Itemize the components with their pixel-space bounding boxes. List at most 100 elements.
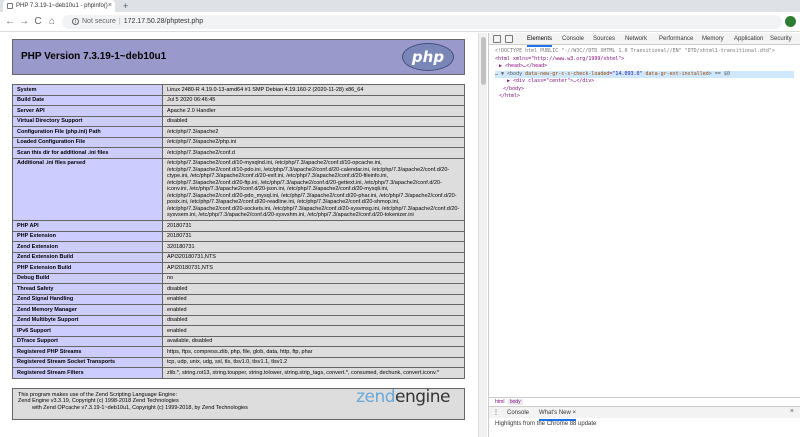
tab-security[interactable]: Security [770, 33, 792, 45]
drawer-close-icon[interactable]: × [790, 406, 794, 418]
setting-value: zlib.*, string.rot13, string.toupper, st… [162, 367, 465, 379]
breadcrumb-html[interactable]: html [493, 399, 506, 405]
setting-value: https, ftps, compress.zlib, php, file, g… [162, 346, 465, 358]
setting-value: disabled [162, 115, 465, 127]
setting-value: no [162, 272, 465, 284]
table-row: Zend Signal Handling enabled [12, 293, 465, 305]
info-icon[interactable]: i [72, 17, 79, 25]
address-bar[interactable]: i Not secure | 172.17.50.28/phptest.php [62, 15, 782, 29]
tab-console[interactable]: Console [562, 33, 584, 45]
setting-name: Loaded Configuration File [12, 136, 163, 148]
setting-name: Zend Extension Build [12, 251, 163, 263]
tab-network[interactable]: Network [625, 33, 647, 45]
setting-value: tcp, udp, unix, udg, ssl, tls, tlsv1.0, … [162, 356, 465, 368]
tab-title: PHP 7.3.19-1~deb10u1 - phpinfo() [16, 3, 108, 9]
table-row: Additional .ini files parsed/etc/php/7.3… [12, 157, 465, 221]
new-tab-button[interactable]: + [123, 0, 128, 12]
dom-node-div-center[interactable]: ▶ <div class="center">…</div> [495, 78, 794, 86]
php-logo[interactable]: php [402, 43, 454, 71]
tab-elements[interactable]: Elements [527, 33, 553, 47]
scrollbar-thumb[interactable] [481, 37, 486, 85]
tab-sources[interactable]: Sources [593, 33, 615, 45]
dom-node-body-close[interactable]: </body> [495, 86, 794, 94]
table-row: Registered PHP Streams https, ftps, compr… [12, 346, 465, 358]
setting-name: Server API [12, 105, 163, 117]
table-row: IPv6 Support enabled [12, 325, 465, 337]
table-row: Loaded Configuration File/etc/php/7.3/ap… [12, 136, 465, 148]
dom-node-body[interactable]: … ▼ <body data-new-gr-c-s-check-loaded="… [495, 70, 794, 78]
page-scrollbar[interactable] [478, 33, 487, 437]
setting-value: /etc/php/7.3/apache2/php.ini [162, 136, 465, 148]
setting-name: Configuration File (php.ini) Path [12, 126, 163, 138]
reload-icon[interactable]: C [32, 15, 44, 28]
table-row: PHP API 20180731 [12, 220, 465, 232]
security-status: Not secure [82, 18, 116, 25]
table-row: Zend Multibyte Support disabled [12, 314, 465, 326]
browser-tab[interactable]: PHP 7.3.19-1~deb10u1 - phpinfo() × [3, 0, 115, 12]
setting-name: Build Date [12, 94, 163, 106]
setting-name: Zend Extension [12, 241, 163, 253]
setting-name: Zend Multibyte Support [12, 314, 163, 326]
dom-node-html-close[interactable]: </html> [495, 93, 794, 101]
phpinfo-table: System Linux 2480-R 4.19.0-13-amd64 #1 SM… [12, 84, 465, 379]
table-row: Zend Extension Build API320180731,NTS [12, 251, 465, 263]
url-text: 172.17.50.28/phptest.php [123, 18, 204, 25]
setting-name: Registered Stream Filters [12, 367, 163, 379]
setting-name: Zend Signal Handling [12, 293, 163, 305]
setting-name: Virtual Directory Support [12, 115, 163, 127]
setting-value: API20180731,NTS [162, 262, 465, 274]
setting-name: Scan this dir for additional .ini files [12, 147, 163, 159]
table-row: Zend Memory Manager enabled [12, 304, 465, 316]
tab-performance[interactable]: Performance [659, 33, 693, 45]
table-row: Thread Safety disabled [12, 283, 465, 295]
close-icon[interactable]: × [573, 410, 577, 416]
inspect-icon[interactable] [493, 35, 501, 43]
setting-value: enabled [162, 293, 465, 305]
table-row: PHP Extension Build API20180731,NTS [12, 262, 465, 274]
setting-name: Zend Memory Manager [12, 304, 163, 316]
setting-name: PHP Extension [12, 230, 163, 242]
profile-avatar[interactable] [785, 16, 796, 27]
breadcrumb-body[interactable]: body [507, 399, 523, 405]
setting-name: Thread Safety [12, 283, 163, 295]
setting-name: Additional .ini files parsed [12, 157, 163, 221]
table-row: Debug Build no [12, 272, 465, 284]
back-icon[interactable]: ← [4, 15, 16, 28]
setting-name: System [12, 84, 163, 96]
tab-strip: PHP 7.3.19-1~deb10u1 - phpinfo() × + [0, 0, 800, 12]
page-icon [7, 3, 13, 9]
navigation-bar: ← → C ⌂ i Not secure | 172.17.50.28/phptest… [0, 12, 800, 32]
table-row: Configuration File (php.ini) Path/etc/ph… [12, 126, 465, 138]
table-row: Zend Extension 320180731 [12, 241, 465, 253]
phpinfo-container: PHP Version 7.3.19-1~deb10u1 php System L… [12, 39, 465, 420]
setting-name: DTrace Support [12, 335, 163, 347]
table-row: Server API Apache 2.0 Handler [12, 105, 465, 117]
device-toolbar-icon[interactable] [505, 35, 513, 43]
dom-node-doctype[interactable]: <!DOCTYPE html PUBLIC "-//W3C//DTD XHTML… [495, 48, 794, 56]
dom-node-html[interactable]: <html xmlns="http://www.w3.org/1999/xhtm… [495, 56, 794, 64]
page-title: PHP Version 7.3.19-1~deb10u1 [21, 51, 167, 62]
home-icon[interactable]: ⌂ [46, 15, 58, 28]
whats-new-text: Highlights from the Chrome 88 update [495, 421, 597, 427]
setting-value: disabled [162, 314, 465, 326]
drawer-tab-whats-new[interactable]: What's New × [539, 407, 577, 421]
setting-value: Linux 2480-R 4.19.0-13-amd64 #1 SMP Debi… [162, 84, 465, 96]
drawer-menu-icon[interactable]: ⋮ [493, 407, 499, 419]
close-tab-icon[interactable]: × [108, 0, 112, 12]
devtools-panel: Elements Console Sources Network Perform… [488, 33, 800, 437]
setting-value: 20180731 [162, 220, 465, 232]
breadcrumb: html body [489, 397, 800, 406]
setting-value: available, disabled [162, 335, 465, 347]
zend-footer: This program makes use of the Zend Scrip… [12, 387, 465, 420]
dom-node-head[interactable]: ▶ <head>…</head> [495, 63, 794, 71]
forward-icon[interactable]: → [18, 15, 30, 28]
setting-value: 20180731 [162, 230, 465, 242]
tab-memory[interactable]: Memory [702, 33, 724, 45]
setting-name: Registered Stream Socket Transports [12, 356, 163, 368]
zend-engine-logo[interactable]: zendengine [356, 388, 450, 405]
table-row: System Linux 2480-R 4.19.0-13-amd64 #1 SM… [12, 84, 465, 96]
tab-application[interactable]: Application [734, 33, 763, 45]
table-row: DTrace Support available, disabled [12, 335, 465, 347]
setting-name: Debug Build [12, 272, 163, 284]
drawer-tab-console[interactable]: Console [507, 407, 529, 419]
